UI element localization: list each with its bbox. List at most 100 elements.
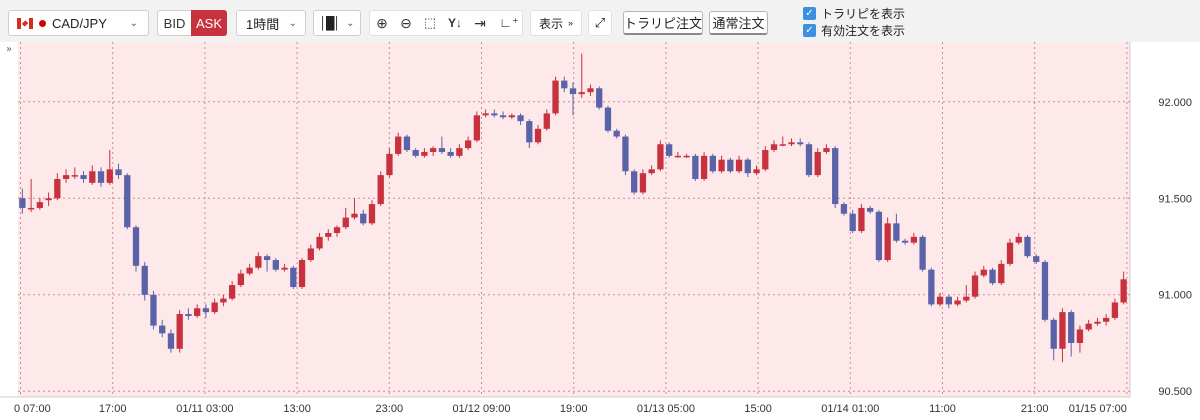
candle-body — [167, 333, 175, 349]
candle-body — [971, 275, 979, 297]
candle-body — [150, 294, 157, 326]
candle-body — [45, 198, 52, 201]
candle-body — [1068, 312, 1075, 343]
x-tick-label: 0 07:00 — [14, 403, 51, 415]
candle-body — [561, 80, 568, 89]
candle-body — [377, 175, 384, 205]
candle-body — [211, 302, 218, 313]
x-tick-label: 21:00 — [1021, 403, 1049, 415]
display-menu[interactable]: 表示 » — [530, 10, 582, 36]
chart-toolbar: CAD/JPY ⌄ BID ASK 1時間 ⌄ │█│ ⌄ ⊕ ⊖ ⬚ Y↓ ⇥… — [0, 0, 1200, 42]
candle-body — [665, 144, 673, 156]
bid-toggle[interactable]: BID — [157, 10, 191, 36]
candle-body — [272, 260, 279, 270]
show-valid-orders-toggle[interactable]: ✓ 有効注文を表示 — [803, 23, 906, 38]
candle-body — [1059, 312, 1066, 349]
candle-body — [683, 155, 690, 158]
candle-body — [1024, 236, 1031, 257]
indicator-add-icon[interactable]: ∟⁺ — [498, 11, 520, 35]
x-tick-label: 01/14 01:00 — [821, 403, 879, 415]
x-tick-label: 01/15 07:00 — [1069, 403, 1127, 415]
candle-body — [54, 178, 61, 199]
y-tick-label: 91.000 — [1158, 290, 1192, 302]
candle-body — [333, 227, 341, 234]
candle-body — [753, 169, 760, 174]
expand-icon[interactable]: ⤢ — [588, 10, 612, 36]
candle-body — [106, 169, 113, 183]
trail-order-button[interactable]: トラリピ注文 — [623, 11, 703, 35]
candle-body — [814, 151, 821, 176]
candle-body — [447, 151, 454, 156]
candle-body — [19, 198, 26, 208]
show-trail-toggle[interactable]: ✓ トラリピを表示 — [803, 6, 905, 21]
candle-body — [499, 115, 507, 118]
candle-body — [901, 240, 909, 243]
candle-body — [858, 207, 865, 232]
candle-body — [62, 175, 70, 179]
candle-body — [788, 142, 795, 145]
candle-body — [1103, 317, 1110, 322]
x-tick-label: 13:00 — [283, 403, 311, 415]
candle-body — [884, 223, 891, 261]
candle-body — [980, 269, 987, 276]
candle-body — [849, 213, 856, 232]
show-valid-orders-label: 有効注文を表示 — [821, 23, 906, 38]
candle-body — [867, 207, 874, 212]
candle-body — [1033, 256, 1040, 262]
zoom-out-icon[interactable]: ⊖ — [395, 11, 417, 35]
candle-body — [115, 169, 122, 176]
chart-type-select[interactable]: │█│ ⌄ — [313, 10, 361, 36]
candle-body — [936, 296, 944, 305]
candle-body — [631, 171, 638, 193]
normal-order-button[interactable]: 通常注文 — [709, 11, 768, 35]
candle-body — [718, 159, 725, 172]
candle-body — [1050, 319, 1057, 349]
candlestick-icon: │█│ — [319, 16, 341, 30]
candle-body — [805, 144, 813, 176]
candle-body — [141, 265, 148, 295]
candle-body — [456, 148, 463, 156]
candle-body — [604, 107, 612, 131]
candle-body — [124, 175, 131, 228]
chevron-down-icon: ⌄ — [346, 17, 355, 29]
y-scale-icon[interactable]: Y↓ — [444, 11, 466, 35]
candle-body — [797, 142, 804, 145]
candle-body — [132, 227, 140, 266]
fit-icon[interactable]: ⬚ — [419, 11, 441, 35]
candle-body — [910, 236, 918, 243]
candle-body — [421, 151, 428, 156]
jump-to-end-icon[interactable]: ⇥ — [469, 11, 491, 35]
display-label: 表示 — [538, 16, 563, 31]
candle-body — [159, 325, 166, 334]
double-chevron-down-icon: » — [568, 18, 574, 28]
candle-body — [395, 136, 402, 154]
candle-body — [473, 115, 481, 141]
candle-body — [998, 263, 1005, 284]
candle-body — [351, 213, 358, 218]
zoom-in-icon[interactable]: ⊕ — [371, 11, 393, 35]
candle-body — [36, 202, 43, 208]
x-tick-label: 01/13 05:00 — [637, 403, 695, 415]
candle-body — [596, 88, 603, 108]
candle-body — [840, 204, 848, 214]
ask-toggle[interactable]: ASK — [191, 10, 227, 36]
checkbox-icon[interactable]: ✓ — [803, 6, 816, 20]
timeframe-select[interactable]: 1時間 ⌄ — [236, 10, 306, 36]
currency-pair-select[interactable]: CAD/JPY ⌄ — [8, 10, 149, 36]
candle-body — [1015, 236, 1022, 243]
candle-body — [832, 148, 839, 205]
candle-body — [954, 300, 961, 305]
candle-body — [648, 169, 655, 174]
candle-body — [919, 236, 926, 270]
candle-body — [552, 80, 559, 114]
candle-body — [342, 217, 349, 228]
candle-body — [508, 115, 515, 118]
candle-body — [403, 136, 411, 151]
checkbox-icon[interactable]: ✓ — [803, 23, 816, 37]
scroll-left-icon[interactable]: » — [6, 44, 12, 55]
candle-body — [735, 159, 743, 172]
candle-body — [639, 173, 647, 193]
candlestick-chart[interactable]: » 92.000 91.500 91.000 90.500 0 07:00 17:00 0… — [0, 42, 1200, 420]
candle-body — [185, 314, 192, 316]
candle-body — [928, 269, 935, 305]
